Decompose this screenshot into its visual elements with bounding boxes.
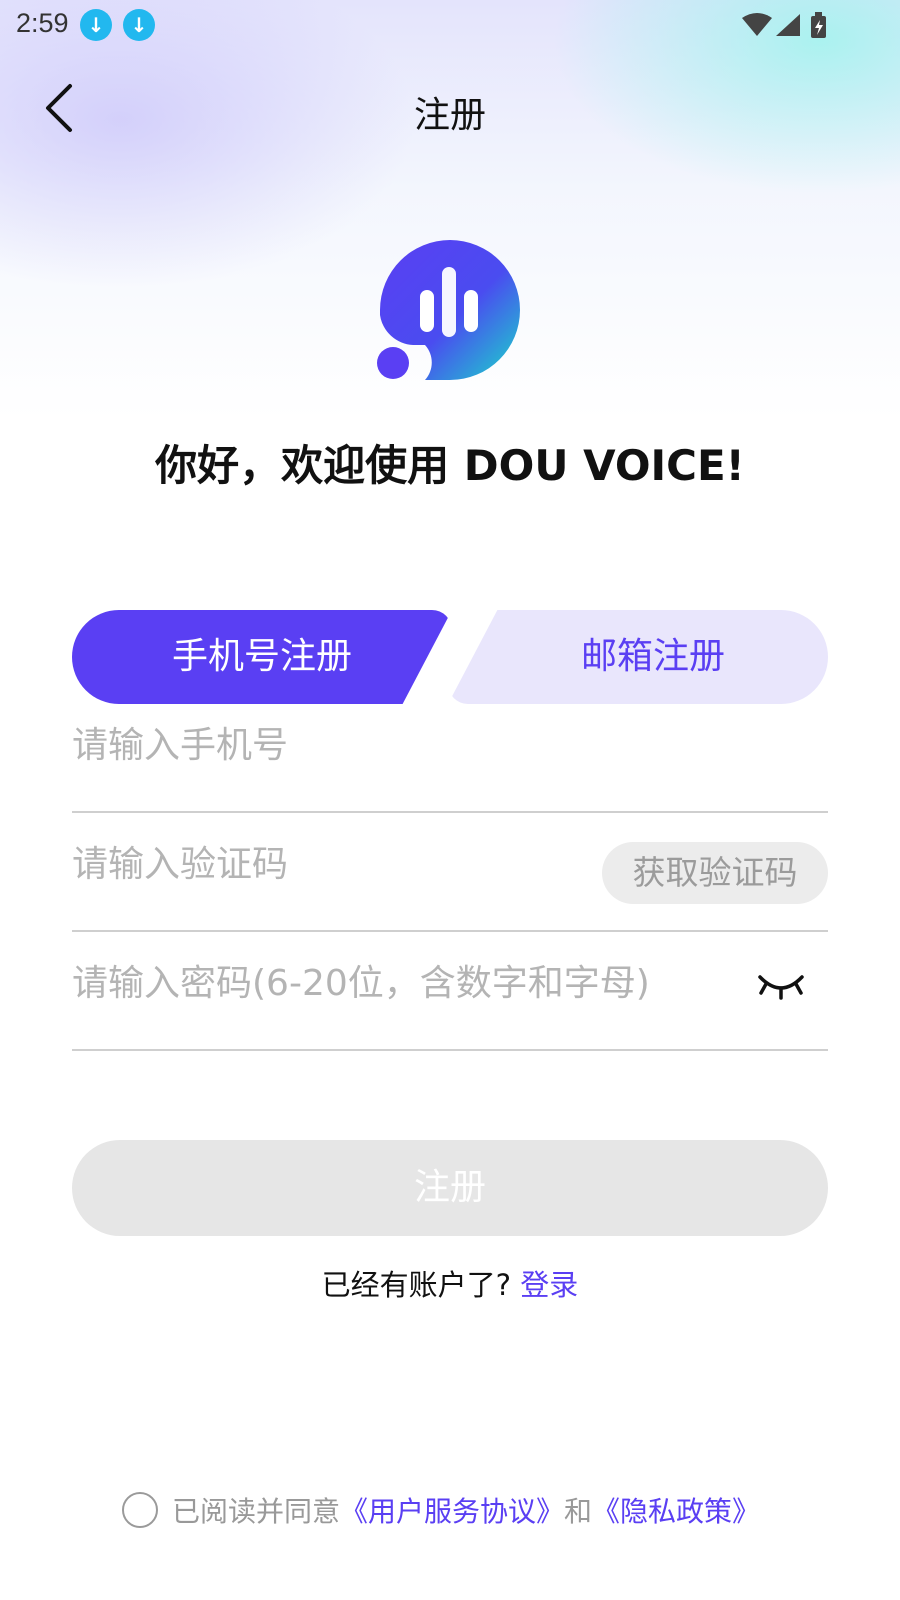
status-time: 2:59 (16, 8, 69, 38)
code-field: 获取验证码 (72, 812, 828, 932)
status-icons (740, 10, 840, 40)
app-logo (375, 235, 525, 385)
privacy-link[interactable]: 《隐私政策》 (592, 1495, 760, 1528)
signal-icon (776, 14, 800, 36)
password-input[interactable] (72, 953, 712, 1013)
eye-closed-icon (758, 975, 804, 1000)
verification-code-input[interactable] (72, 834, 592, 894)
login-prompt-text: 已经有账户了? (321, 1268, 512, 1302)
password-field (72, 931, 828, 1051)
login-prompt: 已经有账户了? 登录 (0, 1262, 900, 1304)
navigation-bar: 注册 (0, 70, 900, 146)
tab-email-register[interactable]: 邮箱注册 (448, 610, 828, 704)
toggle-password-visibility[interactable] (756, 969, 806, 1005)
register-submit-button[interactable]: 注册 (72, 1140, 828, 1236)
agreement-row: 已阅读并同意《用户服务协议》和《隐私政策》 (122, 1490, 822, 1530)
agreement-checkbox[interactable] (122, 1492, 158, 1528)
phone-input[interactable] (72, 715, 592, 775)
get-code-button[interactable]: 获取验证码 (602, 842, 828, 904)
agreement-prefix: 已阅读并同意 (172, 1495, 341, 1528)
terms-link[interactable]: 《用户服务协议》 (340, 1495, 564, 1528)
register-method-tabs: 手机号注册 邮箱注册 (72, 610, 828, 704)
page-title: 注册 (413, 95, 486, 136)
wifi-icon (742, 13, 772, 36)
welcome-heading: 你好，欢迎使用 DOU VOICE! (155, 441, 745, 490)
download-icon: ↓ (123, 9, 155, 41)
agreement-and: 和 (564, 1495, 593, 1528)
tab-phone-register[interactable]: 手机号注册 (72, 610, 452, 704)
battery-icon (811, 12, 826, 38)
login-link[interactable]: 登录 (520, 1268, 578, 1302)
phone-field (72, 693, 828, 813)
download-icon: ↓ (80, 9, 112, 41)
agreement-text: 已阅读并同意《用户服务协议》和《隐私政策》 (172, 1490, 760, 1530)
status-bar: 2:59 ↓ ↓ (0, 0, 900, 50)
